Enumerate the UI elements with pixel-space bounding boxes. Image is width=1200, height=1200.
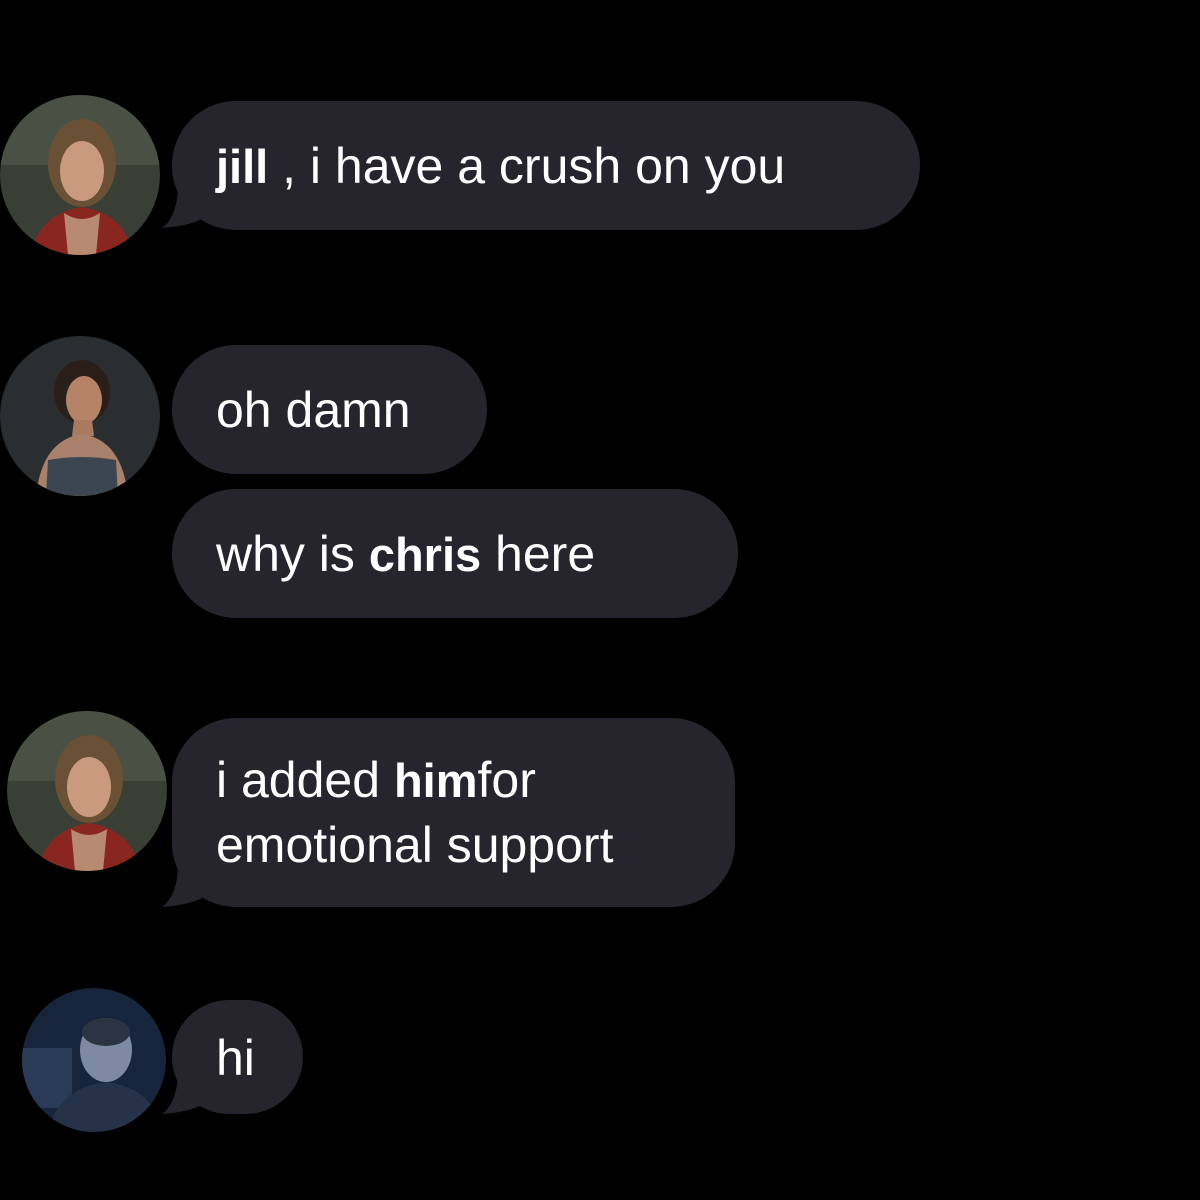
- text-run: for: [477, 752, 536, 808]
- message-text: oh damn: [216, 382, 411, 438]
- mention-chris: chris: [368, 528, 482, 581]
- avatar-claire[interactable]: [0, 95, 160, 255]
- message-bubble[interactable]: why is chris here: [172, 489, 738, 618]
- message-bubble[interactable]: oh damn: [172, 345, 487, 474]
- avatar-chris[interactable]: [22, 988, 166, 1132]
- message-bubble[interactable]: hi: [172, 1000, 303, 1114]
- claire-avatar-photo: [7, 711, 167, 871]
- mention-jill: jill: [216, 140, 269, 193]
- mention-him: him: [393, 754, 478, 807]
- message-text-line-1: i added himfor: [216, 748, 691, 813]
- text-run: , i have a crush on you: [268, 138, 786, 194]
- message-bubble[interactable]: i added himfor emotional support: [172, 718, 735, 907]
- avatar-claire[interactable]: [7, 711, 167, 871]
- text-run: i added: [216, 752, 394, 808]
- message-text: hi: [216, 1030, 255, 1086]
- jill-avatar-photo: [0, 336, 160, 496]
- chris-avatar-photo: [22, 988, 166, 1132]
- message-text: why is chris here: [216, 522, 694, 587]
- avatar-jill[interactable]: [0, 336, 160, 496]
- text-run: why is: [216, 526, 369, 582]
- claire-avatar-photo: [0, 95, 160, 255]
- message-text-line-2: emotional support: [216, 817, 614, 873]
- message-bubble[interactable]: jill , i have a crush on you: [172, 101, 920, 230]
- message-text: jill , i have a crush on you: [216, 134, 876, 199]
- message-thread: jill , i have a crush on you oh damn why…: [0, 0, 1200, 1200]
- text-run: here: [481, 526, 596, 582]
